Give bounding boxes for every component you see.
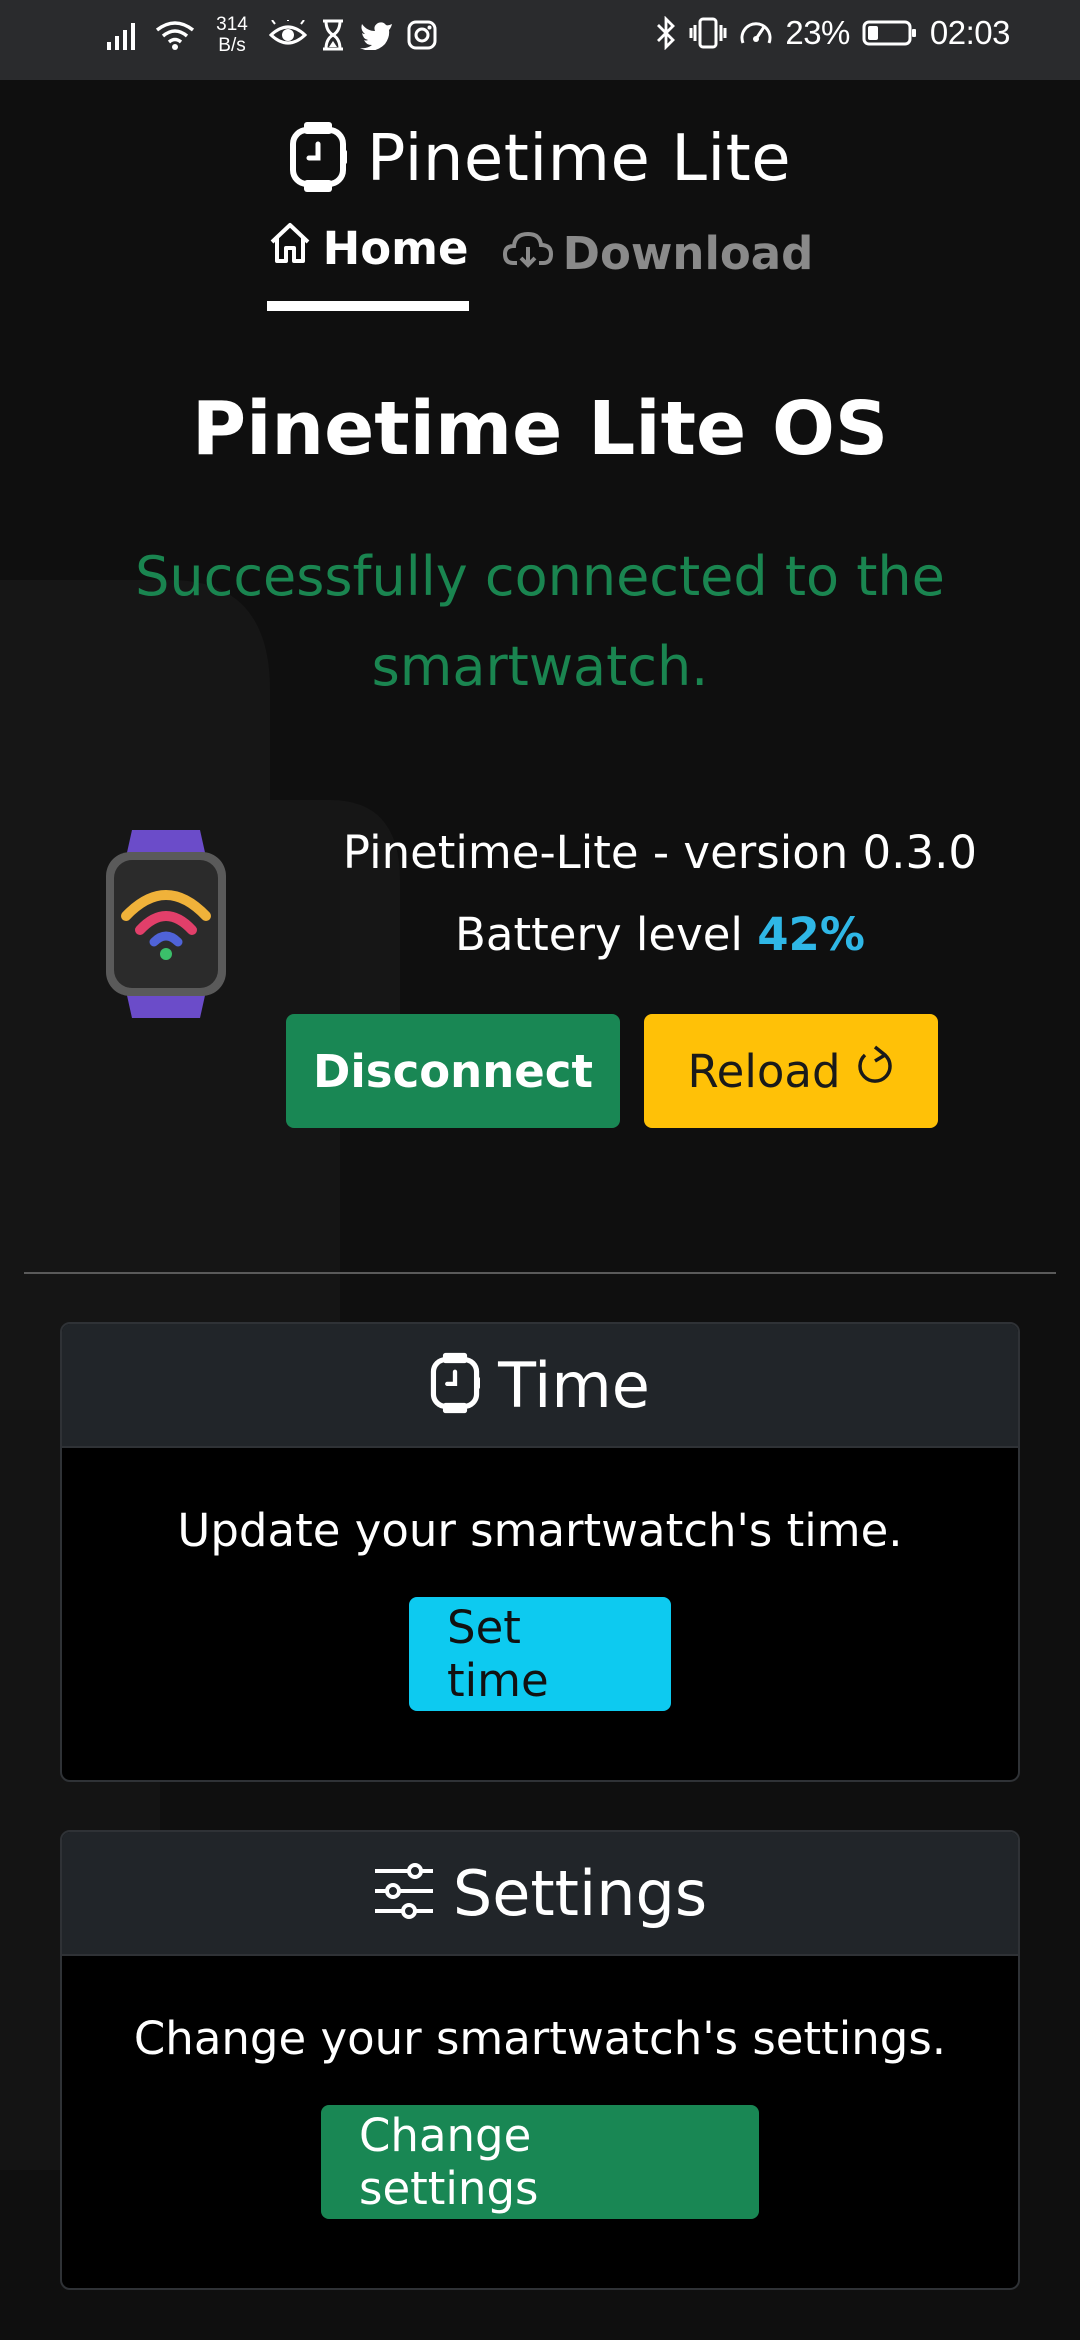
settings-card-header: Settings [62,1832,1018,1956]
time-card-text: Update your smartwatch's time. [177,1504,903,1557]
instagram-icon [407,20,437,50]
twitter-icon [359,20,393,50]
battery-icon [862,19,918,47]
watch-icon [289,120,347,198]
vibrate-icon [689,17,727,49]
speedometer-icon [739,17,773,49]
cloud-download-icon [502,227,553,280]
network-speed: 314 B/s [216,14,248,56]
brand-title: Pinetime Lite [366,122,792,196]
battery-level-label: Battery level [455,908,743,961]
reload-button[interactable]: Reload [644,1014,938,1128]
change-settings-button-label: Change settings [359,2109,539,2215]
page-title: Pinetime Lite OS [191,386,889,472]
disconnect-button[interactable]: Disconnect [286,1014,620,1128]
nav-tabs: Home Download [0,220,1080,311]
disconnect-button-label: Disconnect [313,1044,593,1098]
time-card-header: Time [62,1324,1018,1448]
tab-download[interactable]: Download [502,220,814,311]
status-bar: 314 B/s 23% 02:03 [0,0,1080,80]
section-divider [24,1272,1056,1274]
navbar-brand[interactable]: Pinetime Lite [0,120,1080,198]
time-card: Time Update your smartwatch's time. Set … [60,1322,1020,1782]
signal-icon [105,20,141,50]
clock: 02:03 [929,14,1011,51]
hourglass-icon [321,19,345,51]
connection-status-message: Successfully connected to the smartwatch… [135,545,945,698]
tab-home-label: Home [322,222,469,275]
set-time-button-label: Set time [447,1601,549,1707]
eye-icon [269,20,307,50]
sliders-icon [373,1863,435,1923]
watch-icon [430,1351,481,1419]
tab-home[interactable]: Home [266,220,469,311]
wifi-icon [155,19,195,51]
settings-card: Settings Change your smartwatch's settin… [60,1830,1020,2290]
refresh-icon [855,1045,895,1098]
battery-percent: 23% [785,14,850,51]
battery-level-value: 42% [757,908,865,961]
settings-card-text: Change your smartwatch's settings. [133,2012,947,2065]
set-time-button[interactable]: Set time [409,1597,671,1711]
smartwatch-wifi-icon [104,826,228,1022]
change-settings-button[interactable]: Change settings [321,2105,759,2219]
bluetooth-icon [655,16,677,50]
time-card-title: Time [498,1348,650,1422]
reload-button-label: Reload [687,1044,841,1098]
battery-level: Battery level 42% [270,908,1050,961]
device-version: Pinetime-Lite - version 0.3.0 [342,826,978,879]
tab-download-label: Download [562,227,814,280]
home-icon [267,220,313,277]
settings-card-title: Settings [452,1856,708,1930]
